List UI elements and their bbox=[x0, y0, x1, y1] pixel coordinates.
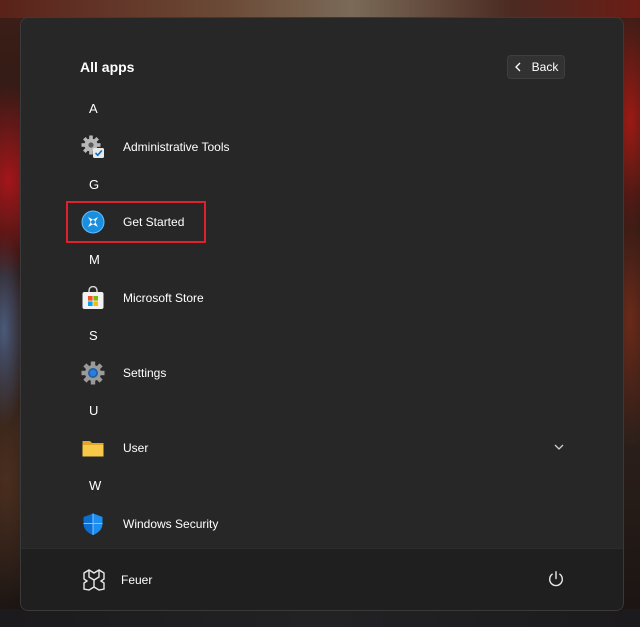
section-letter-s[interactable]: S bbox=[89, 328, 98, 343]
back-button[interactable]: Back bbox=[507, 55, 565, 79]
user-name: Feuer bbox=[121, 573, 153, 587]
section-letter-u[interactable]: U bbox=[89, 403, 98, 418]
app-label: User bbox=[123, 441, 149, 455]
app-label: Administrative Tools bbox=[123, 140, 230, 154]
settings-gear-icon bbox=[81, 361, 105, 385]
taskbar-strip bbox=[0, 609, 640, 627]
start-menu-all-apps: All apps Back A Administrative Tools G G… bbox=[20, 17, 624, 611]
section-letter-g[interactable]: G bbox=[89, 177, 99, 192]
microsoft-store-icon bbox=[81, 286, 105, 310]
app-label: Settings bbox=[123, 366, 167, 380]
chevron-down-icon[interactable] bbox=[553, 443, 565, 451]
app-item-administrative-tools[interactable]: Administrative Tools bbox=[73, 129, 573, 165]
app-item-settings[interactable]: Settings bbox=[73, 355, 573, 391]
section-letter-w[interactable]: W bbox=[89, 478, 101, 493]
folder-icon bbox=[81, 436, 105, 460]
windows-security-shield-icon bbox=[81, 512, 105, 536]
start-menu-footer: Feuer bbox=[21, 548, 623, 610]
user-account-icon bbox=[83, 569, 105, 591]
app-item-user-folder[interactable]: User bbox=[73, 430, 573, 466]
wallpaper-top-strip bbox=[0, 0, 640, 18]
app-item-microsoft-store[interactable]: Microsoft Store bbox=[73, 280, 573, 316]
power-icon[interactable] bbox=[547, 570, 565, 588]
back-button-label: Back bbox=[531, 60, 559, 74]
app-label: Windows Security bbox=[123, 517, 219, 531]
user-account-button[interactable]: Feuer bbox=[81, 568, 152, 592]
app-label: Microsoft Store bbox=[123, 291, 204, 305]
app-item-windows-security[interactable]: Windows Security bbox=[73, 506, 573, 542]
chevron-left-icon bbox=[514, 62, 521, 72]
all-apps-title: All apps bbox=[80, 59, 135, 75]
administrative-tools-icon bbox=[81, 135, 105, 159]
highlight-box bbox=[66, 201, 206, 243]
section-letter-a[interactable]: A bbox=[89, 101, 98, 116]
section-letter-m[interactable]: M bbox=[89, 252, 100, 267]
